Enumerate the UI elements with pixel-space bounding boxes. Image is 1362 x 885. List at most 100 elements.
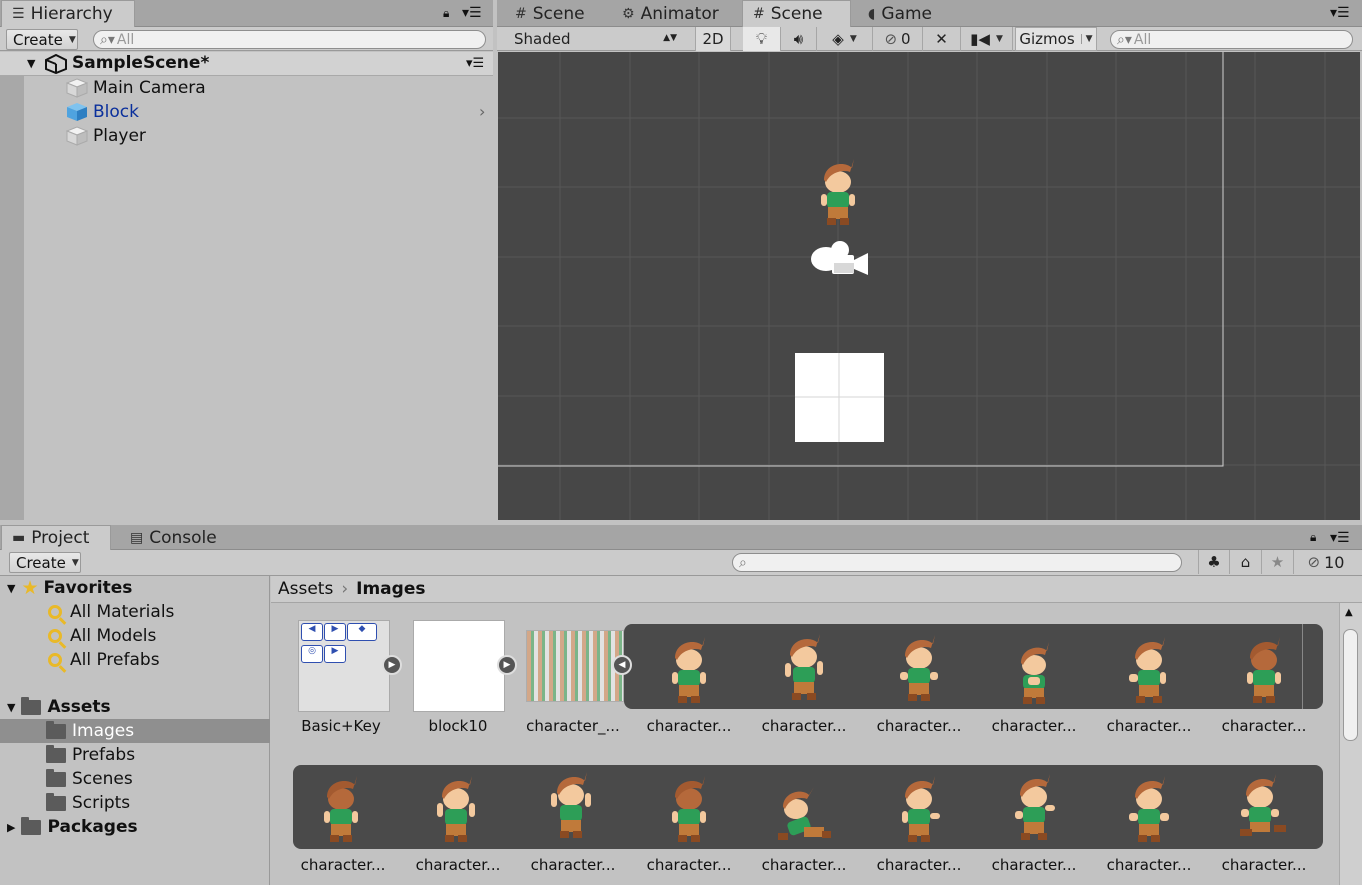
tools-button[interactable]: ✕ (923, 27, 961, 51)
hierarchy-item-main-camera[interactable]: Main Camera (66, 76, 206, 100)
dropdown-caret-icon: ▼ (849, 34, 857, 44)
dropdown-caret-icon: ▼ (1080, 34, 1093, 44)
tree-scripts[interactable]: Scripts (46, 791, 130, 815)
tree-assets[interactable]: ▼ Assets (7, 695, 111, 719)
hierarchy-item-player[interactable]: Player (66, 124, 146, 148)
tree-packages[interactable]: ▶ Packages (7, 815, 138, 839)
audio-toggle-button[interactable]: 🔊︎ (781, 27, 817, 51)
tree-all-prefabs[interactable]: All Prefabs (48, 648, 160, 672)
character-sprite[interactable] (1236, 773, 1292, 843)
tree-all-models[interactable]: All Models (48, 624, 156, 648)
folder-icon (21, 816, 42, 835)
tree-label: Favorites (43, 578, 133, 598)
character-sprite[interactable] (774, 781, 834, 851)
scene-search-input[interactable]: ⌕▾ All (1110, 30, 1353, 49)
character-sprite[interactable] (1127, 636, 1171, 706)
asset-label: character... (1106, 856, 1192, 874)
gizmos-dropdown[interactable]: Gizmos ▼ (1015, 27, 1097, 51)
character-sprite[interactable] (667, 636, 711, 706)
scrollbar-thumb[interactable] (1343, 629, 1358, 741)
panel-menu-icon[interactable]: ▾☰ (1330, 530, 1350, 546)
tree-all-materials[interactable]: All Materials (48, 600, 174, 624)
tab-hierarchy[interactable]: ☰ Hierarchy (1, 0, 135, 27)
lock-icon[interactable]: 🔒︎ (1310, 530, 1316, 545)
folder-icon (46, 744, 66, 763)
tree-scenes[interactable]: Scenes (46, 767, 133, 791)
character-sprite[interactable] (1242, 636, 1286, 706)
hierarchy-search-input[interactable]: ⌕▾ All (93, 30, 486, 49)
tab-animator[interactable]: ⚙ Animator (612, 0, 732, 27)
panel-menu-icon[interactable]: ▾☰ (462, 5, 482, 21)
tab-scene-1[interactable]: # Scene (505, 0, 605, 27)
expand-arrow-icon[interactable]: ▼ (7, 582, 15, 595)
expand-sprites-icon[interactable]: ▶ (382, 655, 402, 675)
scroll-up-icon[interactable]: ▲ (1345, 607, 1353, 618)
lock-icon[interactable]: 🔒︎ (443, 6, 449, 21)
character-sprite[interactable] (782, 633, 826, 703)
asset-label: character... (415, 856, 501, 874)
breadcrumb-images[interactable]: Images (356, 579, 425, 599)
asset-label: character... (646, 717, 732, 735)
shading-mode-dropdown[interactable]: Shaded ▲▼ (505, 27, 685, 51)
tab-game[interactable]: ◖ Game (858, 0, 958, 27)
collapse-sprites-icon[interactable]: ◀ (612, 655, 632, 675)
chevron-right-icon[interactable]: › (479, 102, 485, 121)
expand-arrow-icon[interactable]: ▼ (27, 57, 35, 70)
hierarchy-panel: ▼ SampleScene* ▾☰ Main Camera Block › Pl… (0, 52, 493, 520)
scene-menu-icon[interactable]: ▾☰ (466, 56, 484, 71)
create-label: Create (13, 30, 63, 49)
project-create-button[interactable]: Create ▼ (9, 552, 81, 573)
tab-console[interactable]: ▤ Console (120, 525, 230, 550)
character-sprite[interactable] (434, 775, 478, 845)
hidden-count: 0 (901, 30, 911, 48)
hierarchy-item-block[interactable]: Block › (66, 100, 493, 124)
2d-toggle-button[interactable]: 2D (695, 27, 731, 51)
asset-grid-scrollbar[interactable]: ▲ (1339, 603, 1362, 885)
asset-block10[interactable] (413, 620, 505, 712)
search-icon: ⌕▾ (1117, 31, 1132, 48)
folder-icon (46, 792, 66, 811)
project-search-input[interactable]: ⌕ (732, 553, 1182, 572)
search-by-label-button[interactable]: ⌂ (1230, 550, 1262, 574)
camera-dropdown[interactable]: ▮◀ ▼ (961, 27, 1013, 51)
character-sprite[interactable] (319, 775, 363, 845)
character-sprite[interactable] (897, 775, 941, 845)
tab-scene-active[interactable]: # Scene (742, 0, 851, 27)
folder-icon (46, 768, 66, 787)
hidden-objects-toggle[interactable]: ⊘ 0 (873, 27, 923, 51)
hierarchy-create-button[interactable]: Create ▼ (6, 29, 78, 50)
expand-sprites-icon[interactable]: ▶ (497, 655, 517, 675)
character-sprite[interactable] (897, 634, 941, 704)
tree-label: Scripts (72, 793, 131, 813)
hierarchy-search-placeholder: All (116, 31, 135, 48)
character-sprite[interactable] (1012, 773, 1056, 843)
asset-basic-key[interactable]: ◀ ▶ ◆ ◎ ▶ (298, 620, 390, 712)
search-by-type-button[interactable]: ♣ (1198, 550, 1230, 574)
expand-arrow-right-icon[interactable]: ▶ (7, 821, 15, 834)
breadcrumb-assets[interactable]: Assets (278, 579, 333, 599)
tab-project[interactable]: ▬ Project (1, 525, 111, 550)
character-sprite[interactable] (1127, 775, 1171, 845)
scene-viewport[interactable] (498, 52, 1360, 520)
tree-images[interactable]: Images (0, 719, 270, 743)
tools-icon: ✕ (935, 30, 948, 48)
expand-arrow-icon[interactable]: ▼ (7, 701, 15, 714)
character-sprite[interactable] (667, 775, 711, 845)
lighting-toggle-button[interactable]: 💡︎ (743, 27, 781, 51)
character-sprite[interactable] (1012, 639, 1056, 709)
asset-label: character_... (526, 717, 620, 735)
strip-divider (1302, 624, 1303, 709)
gameobject-cube-icon (66, 126, 88, 146)
pacman-icon: ◖ (868, 5, 876, 22)
tree-label: Prefabs (72, 745, 136, 765)
panel-menu-icon[interactable]: ▾☰ (1330, 5, 1350, 21)
asset-character-sheet[interactable] (526, 630, 624, 702)
tree-prefabs[interactable]: Prefabs (46, 743, 135, 767)
dropdown-caret-icon: ▼ (68, 34, 76, 45)
effects-dropdown[interactable]: ◈ ▼ (817, 27, 873, 51)
hidden-packages-toggle[interactable]: ⊘ 10 (1296, 550, 1356, 574)
character-sprite[interactable] (549, 771, 593, 841)
favorites-button[interactable]: ★ (1262, 550, 1294, 574)
scene-header-row[interactable]: ▼ SampleScene* ▾☰ (0, 52, 493, 76)
tree-favorites[interactable]: ▼ ★ Favorites (7, 576, 132, 600)
